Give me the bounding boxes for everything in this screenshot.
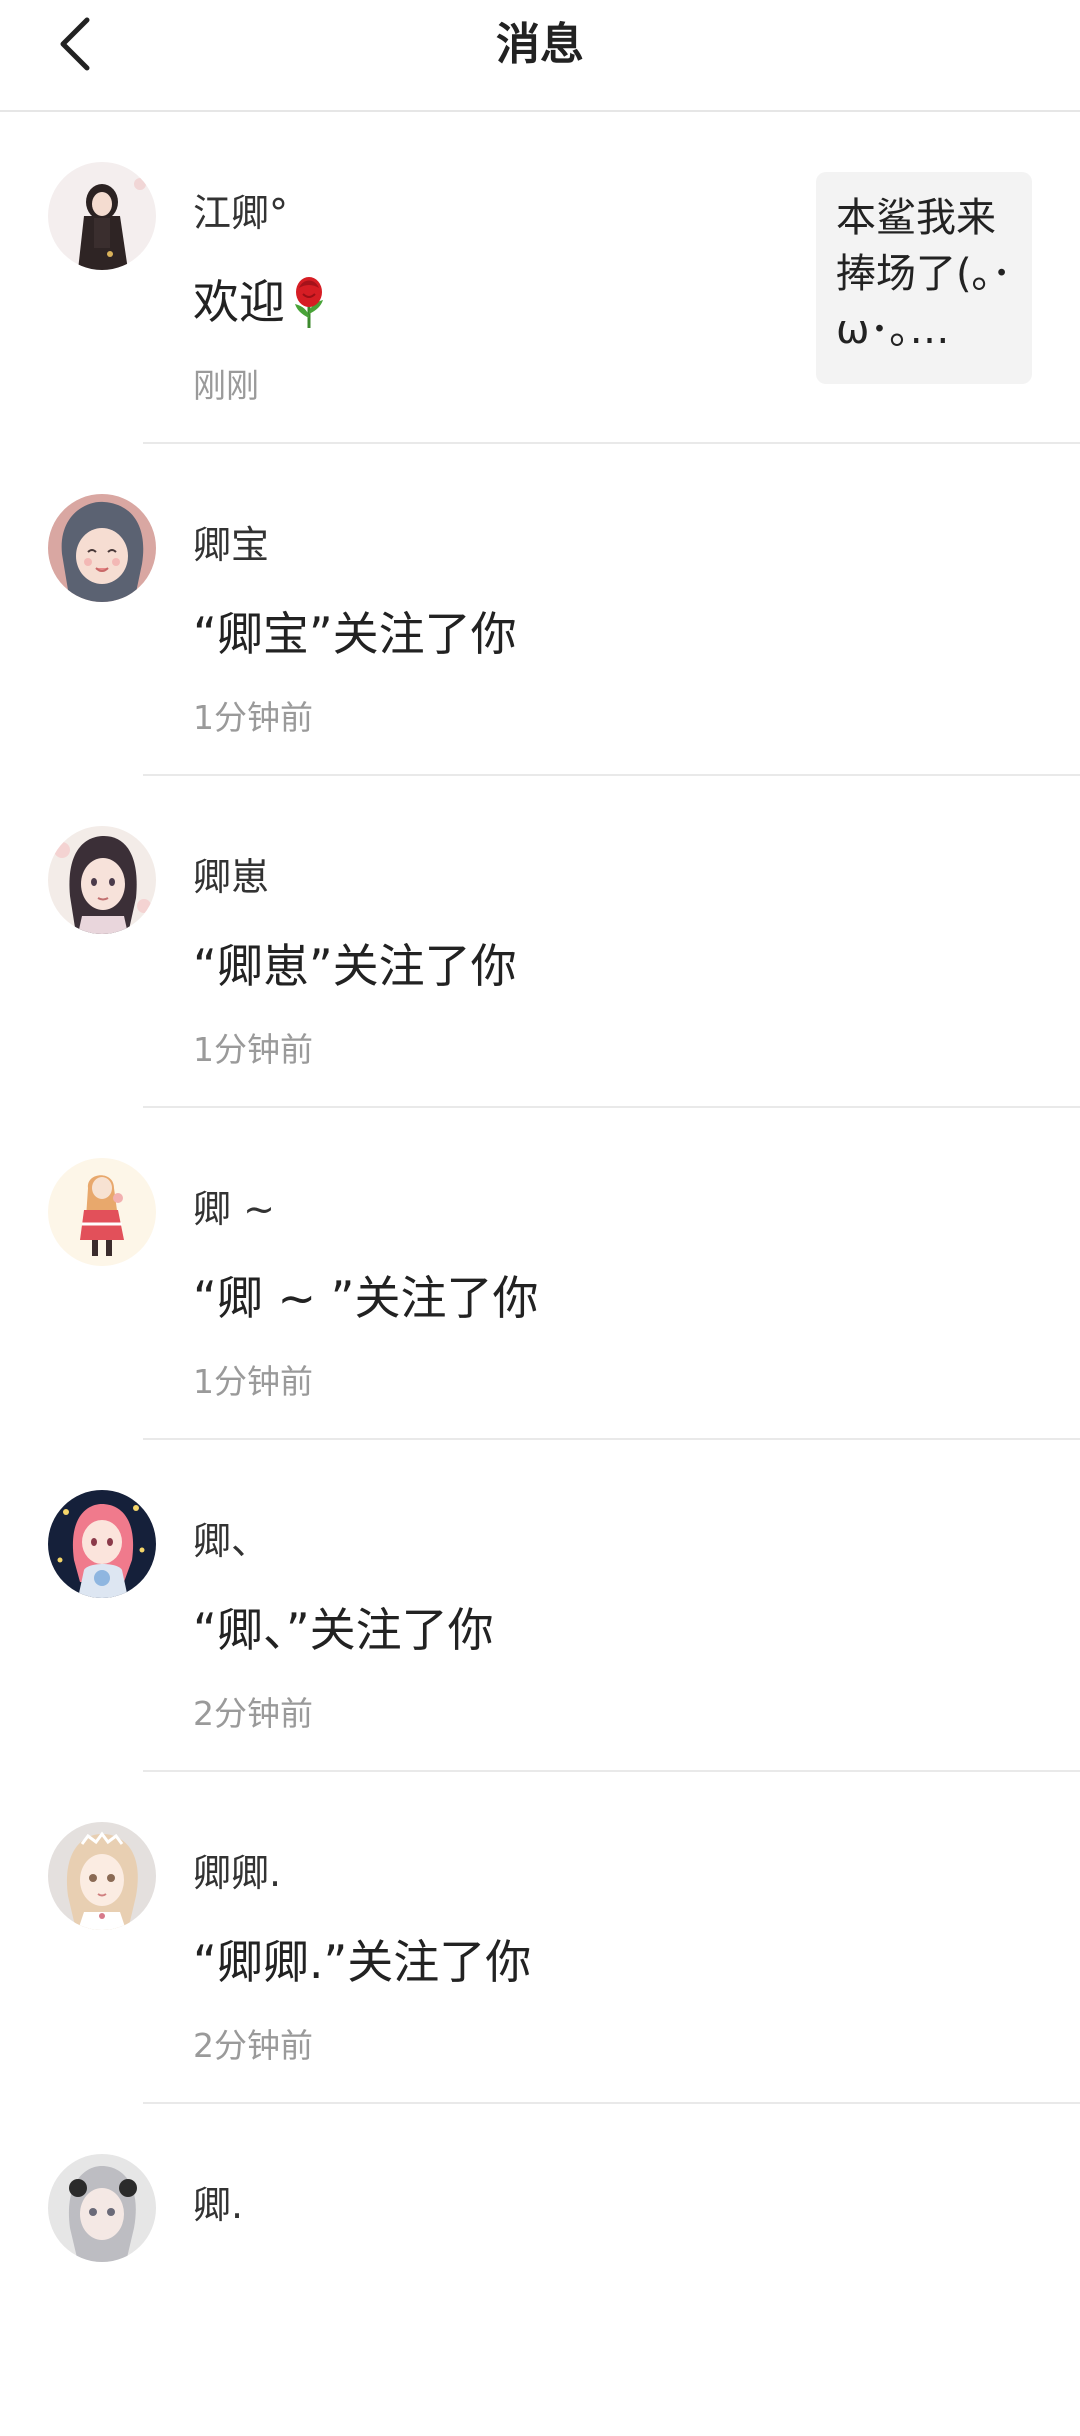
list-item[interactable]: 卿宝 “卿宝”关注了你 1分钟前	[0, 444, 1080, 776]
notification-time: 2分钟前	[193, 1694, 313, 1733]
avatar[interactable]	[48, 826, 156, 934]
notification-sender: 卿卿.	[193, 1851, 282, 1895]
rose-icon	[289, 274, 329, 330]
notification-time: 刚刚	[193, 366, 259, 405]
notification-time: 2分钟前	[193, 2026, 313, 2065]
notification-time: 1分钟前	[193, 1362, 313, 1401]
notification-sender: 卿宝	[193, 523, 270, 567]
avatar[interactable]	[48, 1158, 156, 1266]
avatar[interactable]	[48, 1822, 156, 1930]
notification-sender: 卿崽	[193, 855, 270, 899]
list-item[interactable]: 卿.	[0, 2104, 1080, 2436]
list-item[interactable]: 卿崽 “卿崽”关注了你 1分钟前	[0, 776, 1080, 1108]
list-item[interactable]: 卿 ~ “卿 ~ ”关注了你 1分钟前	[0, 1108, 1080, 1440]
chevron-left-icon	[55, 14, 95, 78]
list-item[interactable]: 江卿° 欢迎 刚刚 本鲨我来捧场了(｡･ω･｡…	[0, 112, 1080, 444]
back-button[interactable]	[40, 6, 110, 86]
message-preview[interactable]: 本鲨我来捧场了(｡･ω･｡…	[816, 172, 1032, 384]
top-bar: 消息	[0, 0, 1080, 112]
notification-sender: 卿 ~	[193, 1187, 275, 1231]
notification-time: 1分钟前	[193, 1030, 313, 1069]
notification-sender: 卿、	[193, 1519, 270, 1563]
avatar[interactable]	[48, 162, 156, 270]
notification-message: “卿崽”关注了你	[193, 939, 517, 993]
notification-message: “卿 ~ ”关注了你	[193, 1271, 539, 1325]
avatar[interactable]	[48, 2154, 156, 2262]
notification-message: “卿卿.”关注了你	[193, 1935, 532, 1989]
preview-text: 本鲨我来捧场了(｡･ω･｡…	[836, 195, 1012, 353]
notification-message: 欢迎	[193, 274, 329, 330]
page-title: 消息	[496, 19, 584, 70]
notification-message: “卿、”关注了你	[193, 1603, 494, 1657]
notification-message: “卿宝”关注了你	[193, 607, 517, 661]
list-item[interactable]: 卿、 “卿、”关注了你 2分钟前	[0, 1440, 1080, 1772]
avatar[interactable]	[48, 494, 156, 602]
notification-time: 1分钟前	[193, 698, 313, 737]
avatar[interactable]	[48, 1490, 156, 1598]
notification-list: 江卿° 欢迎 刚刚 本鲨我来捧场了(｡･ω･｡… 卿宝 “卿宝”关注了你 1分钟…	[0, 112, 1080, 2436]
list-item[interactable]: 卿卿. “卿卿.”关注了你 2分钟前	[0, 1772, 1080, 2104]
notification-sender: 卿.	[193, 2183, 244, 2227]
notification-sender: 江卿°	[193, 191, 289, 235]
